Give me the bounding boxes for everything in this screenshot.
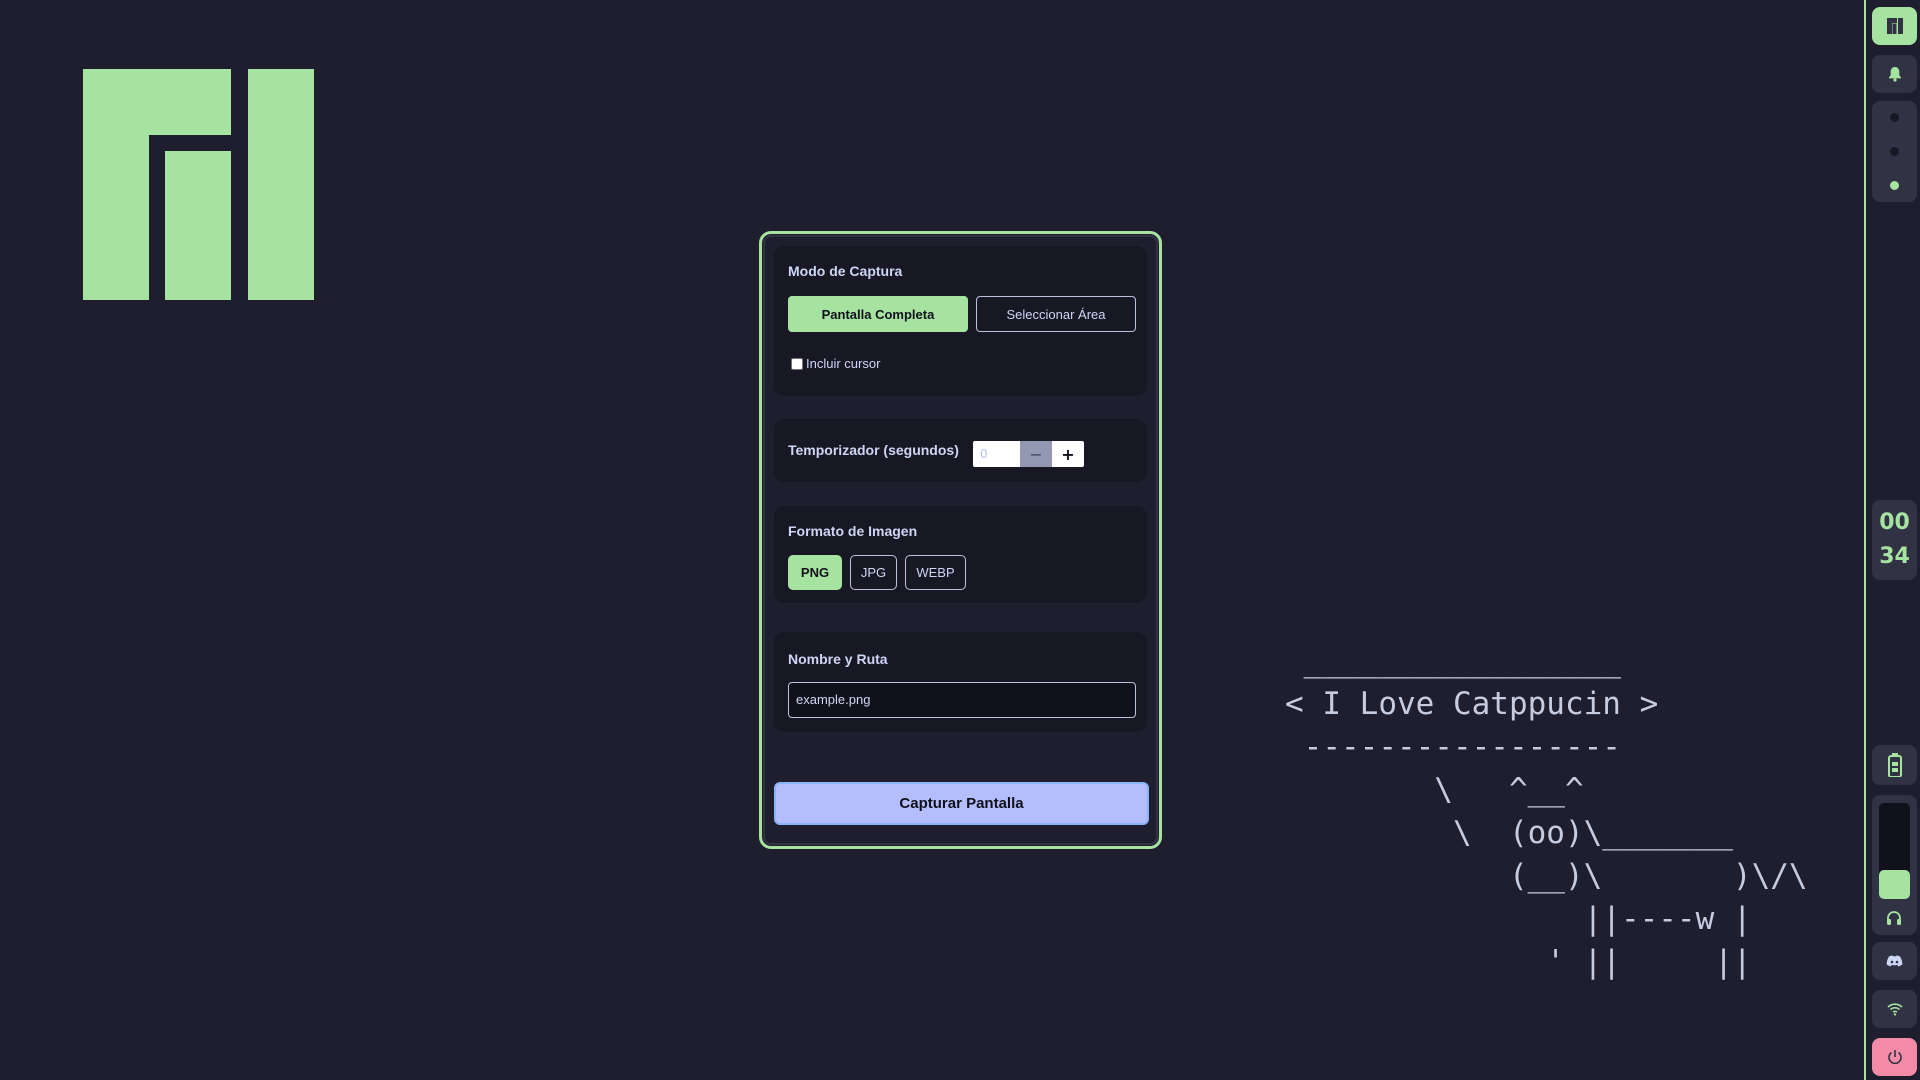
fullscreen-button[interactable]: Pantalla Completa <box>788 296 968 332</box>
volume-slider-track[interactable] <box>1879 803 1910 899</box>
format-png-button[interactable]: PNG <box>788 555 842 590</box>
format-section: Formato de Imagen PNG JPG WEBP <box>774 506 1147 603</box>
path-title: Nombre y Ruta <box>788 651 888 667</box>
capture-screen-button[interactable]: Capturar Pantalla <box>774 782 1149 825</box>
workspace-indicator[interactable] <box>1872 101 1917 202</box>
include-cursor-row[interactable]: Incluir cursor <box>791 356 880 371</box>
notifications-button[interactable] <box>1872 55 1917 93</box>
screenshot-dialog: Modo de Captura Pantalla Completa Selecc… <box>759 231 1162 849</box>
select-area-button[interactable]: Seleccionar Área <box>976 296 1136 332</box>
manjaro-logo <box>83 69 314 300</box>
volume-slider-fill <box>1879 870 1910 899</box>
wifi-icon <box>1886 1003 1903 1016</box>
status-bar: 00 34 <box>1864 0 1920 1080</box>
path-input[interactable]: example.png <box>788 682 1136 718</box>
desktop: _________________ < I Love Catppucin > -… <box>0 0 1920 1080</box>
battery-indicator <box>1872 745 1917 785</box>
format-jpg-button[interactable]: JPG <box>850 555 897 590</box>
format-title: Formato de Imagen <box>788 523 918 539</box>
wifi-button[interactable] <box>1872 990 1917 1028</box>
discord-icon <box>1886 955 1903 966</box>
clock-minutes: 34 <box>1879 544 1910 569</box>
format-webp-button[interactable]: WEBP <box>905 555 966 590</box>
workspace-dot-3[interactable] <box>1890 181 1899 190</box>
power-button[interactable] <box>1872 1038 1917 1076</box>
discord-button[interactable] <box>1872 942 1917 980</box>
timer-section: Temporizador (segundos) 0 − + <box>774 419 1147 482</box>
path-section: Nombre y Ruta example.png <box>774 632 1147 732</box>
clock-hours: 00 <box>1879 510 1910 535</box>
workspace-dot-2[interactable] <box>1890 147 1899 156</box>
clock: 00 34 <box>1872 500 1917 580</box>
include-cursor-checkbox[interactable] <box>791 357 803 370</box>
timer-title: Temporizador (segundos) <box>788 442 959 458</box>
timer-decrement-button[interactable]: − <box>1020 441 1052 467</box>
capture-mode-section: Modo de Captura Pantalla Completa Selecc… <box>774 246 1147 396</box>
power-icon <box>1887 1050 1902 1065</box>
timer-increment-button[interactable]: + <box>1052 441 1084 467</box>
workspace-dot-1[interactable] <box>1890 113 1899 122</box>
timer-input[interactable]: 0 <box>973 441 1020 467</box>
volume-control[interactable] <box>1872 795 1917 935</box>
bell-icon <box>1888 67 1901 82</box>
capture-mode-title: Modo de Captura <box>788 263 903 279</box>
headphones-icon <box>1887 911 1901 925</box>
ascii-cowsay: _________________ < I Love Catppucin > -… <box>1285 643 1808 980</box>
include-cursor-label: Incluir cursor <box>806 356 881 371</box>
manjaro-launcher[interactable] <box>1872 7 1917 45</box>
manjaro-icon <box>1886 18 1903 34</box>
battery-icon <box>1887 753 1902 777</box>
